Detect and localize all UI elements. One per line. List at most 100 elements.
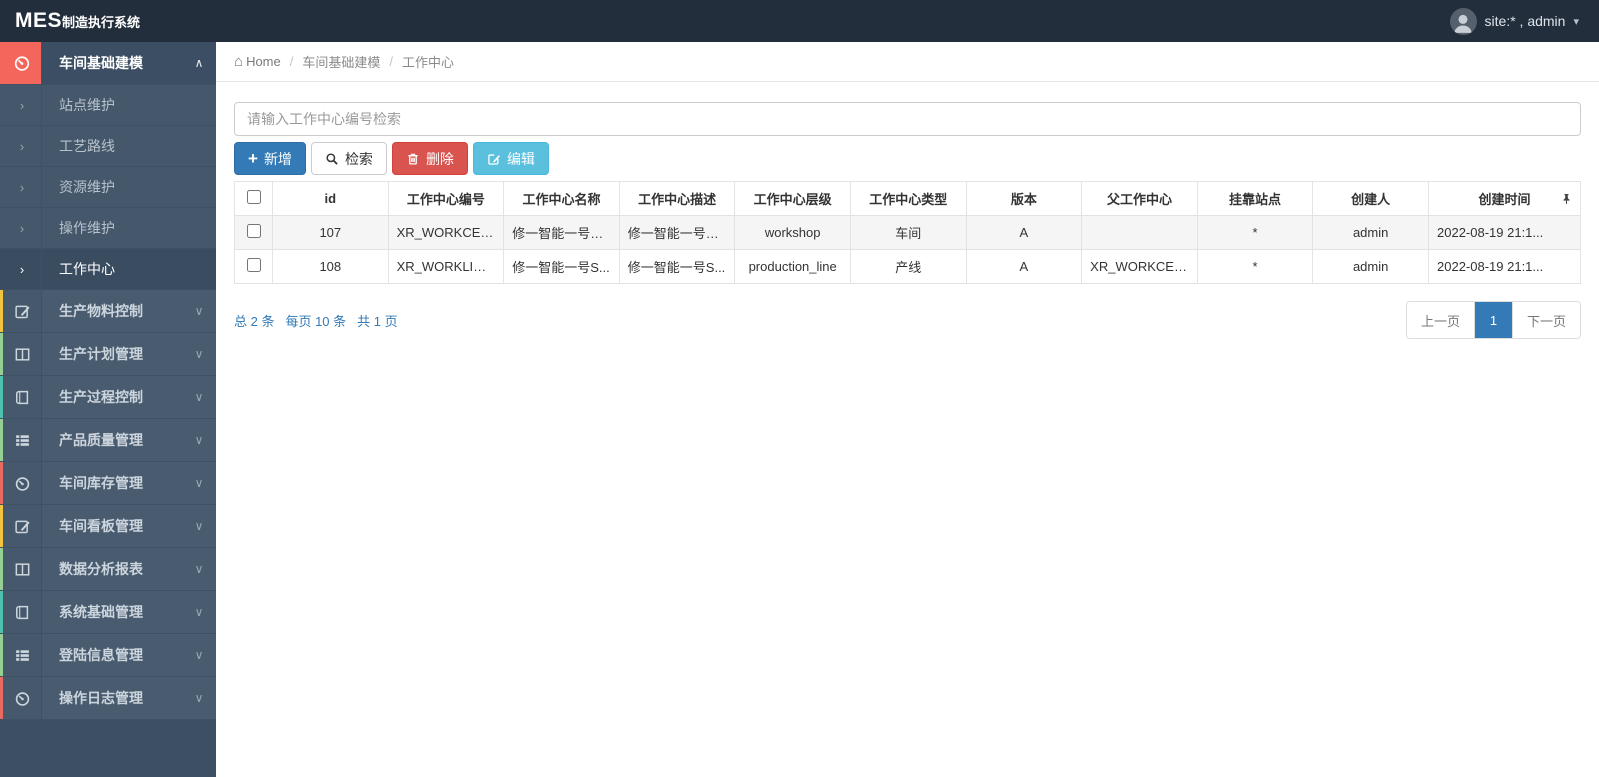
brand-secondary: 制造执行系统 — [62, 15, 141, 30]
cell-type: 车间 — [849, 215, 967, 250]
toolbar: + 新增 检索 删除 编辑 — [234, 142, 1581, 175]
chevron-right-icon: › — [0, 249, 42, 289]
dashboard-icon — [0, 42, 42, 84]
delete-button[interactable]: 删除 — [391, 142, 468, 175]
chevron-up-icon: ∧ — [194, 56, 204, 70]
search-input[interactable] — [234, 102, 1581, 136]
sidebar-subitem-label: 工艺路线 — [59, 138, 115, 154]
chevron-down-icon: ∨ — [194, 691, 204, 705]
dashboard-icon — [0, 677, 42, 719]
prev-page-button[interactable]: 上一页 — [1406, 302, 1475, 338]
next-page-button[interactable]: 下一页 — [1512, 302, 1580, 338]
breadcrumb-home-link[interactable]: ⌂ Home — [234, 53, 281, 70]
sidebar-nav-list: 生产物料控制 ∨ 生产计划管理 ∨ 生产过程控制 ∨ 产品质量管理 ∨ 车间库存… — [0, 290, 216, 720]
sidebar-item-label: 产品质量管理 — [59, 432, 143, 448]
list-icon — [0, 419, 42, 461]
breadcrumb-separator: / — [389, 54, 394, 69]
breadcrumb-home-label: Home — [246, 54, 281, 69]
sidebar-subitem-label: 站点维护 — [59, 97, 115, 113]
cell-level: workshop — [734, 215, 851, 250]
cell-id: 108 — [272, 249, 389, 284]
home-icon: ⌂ — [234, 53, 244, 70]
cell-type: 产线 — [849, 249, 967, 284]
row-checkbox[interactable] — [246, 224, 261, 238]
pin-icon[interactable] — [1560, 192, 1573, 205]
sidebar-item-inventory-management[interactable]: 车间库存管理 ∨ — [0, 462, 216, 505]
dashboard-icon — [0, 462, 42, 504]
book-icon — [0, 376, 42, 418]
cell-created: 2022-08-19 21:1... — [1428, 249, 1581, 284]
pencil-square-icon — [0, 505, 42, 547]
sidebar: 车间基础建模 ∧ › 站点维护 › 工艺路线 › 资源维护 › 操作维护 › 工… — [0, 42, 216, 777]
column-header-parent: 父工作中心 — [1081, 181, 1198, 216]
cell-created: 2022-08-19 21:1... — [1428, 215, 1581, 250]
sidebar-subitem-label: 资源维护 — [59, 179, 115, 195]
sidebar-item-process-control[interactable]: 生产过程控制 ∨ — [0, 376, 216, 419]
table-row[interactable]: 108 XR_WORKLINE... 修一智能一号S... 修一智能一号S...… — [234, 249, 1581, 284]
cell-station: * — [1196, 249, 1314, 284]
breadcrumb-level1-link[interactable]: 车间基础建模 — [302, 52, 380, 71]
column-header-code: 工作中心编号 — [387, 181, 505, 216]
edit-button[interactable]: 编辑 — [472, 142, 549, 175]
sidebar-item-material-control[interactable]: 生产物料控制 ∨ — [0, 290, 216, 333]
user-menu[interactable]: site:* , admin ▾ — [1449, 7, 1599, 35]
sidebar-subitem-work-center[interactable]: › 工作中心 — [0, 249, 216, 290]
sidebar-item-system-management[interactable]: 系统基础管理 ∨ — [0, 591, 216, 634]
chevron-down-icon: ∨ — [194, 304, 204, 318]
summary-pages: 共 1 页 — [357, 313, 398, 329]
select-all-checkbox[interactable] — [246, 190, 261, 204]
plus-icon: + — [248, 149, 258, 168]
summary-per-page: 每页 10 条 — [285, 313, 347, 329]
cell-level: production_line — [734, 249, 851, 284]
sidebar-subitem-operation-maintenance[interactable]: › 操作维护 — [0, 208, 216, 249]
sidebar-filler — [0, 720, 216, 777]
chevron-down-icon: ∨ — [194, 433, 204, 447]
sidebar-item-label: 生产计划管理 — [59, 346, 143, 362]
sidebar-item-label: 车间看板管理 — [59, 518, 143, 534]
sidebar-item-quality-management[interactable]: 产品质量管理 ∨ — [0, 419, 216, 462]
sidebar-subitem-station-maintenance[interactable]: › 站点维护 — [0, 85, 216, 126]
breadcrumb-separator: / — [289, 54, 294, 69]
sidebar-item-label: 操作日志管理 — [59, 690, 143, 706]
cell-version: A — [965, 215, 1083, 250]
sidebar-subitem-process-route[interactable]: › 工艺路线 — [0, 126, 216, 167]
breadcrumb: ⌂ Home / 车间基础建模 / 工作中心 — [216, 42, 1599, 82]
chevron-down-icon: ∨ — [194, 390, 204, 404]
sidebar-item-kanban-management[interactable]: 车间看板管理 ∨ — [0, 505, 216, 548]
edit-button-label: 编辑 — [506, 150, 535, 167]
add-button[interactable]: + 新增 — [234, 142, 306, 175]
sidebar-item-login-info-management[interactable]: 登陆信息管理 ∨ — [0, 634, 216, 677]
sidebar-subitem-resource-maintenance[interactable]: › 资源维护 — [0, 167, 216, 208]
summary-total: 总 2 条 — [234, 313, 275, 329]
brand-primary: MES — [15, 9, 63, 32]
book-icon — [0, 591, 42, 633]
add-button-label: 新增 — [263, 150, 292, 167]
cell-creator: admin — [1312, 215, 1429, 250]
breadcrumb-current: 工作中心 — [402, 55, 455, 70]
chevron-right-icon: › — [0, 85, 42, 125]
cell-station: * — [1196, 215, 1314, 250]
cell-name: 修一智能一号S... — [503, 249, 620, 284]
sidebar-item-workshop-modeling[interactable]: 车间基础建模 ∧ — [0, 42, 216, 85]
page-1-button[interactable]: 1 — [1474, 302, 1513, 338]
table-row[interactable]: 107 XR_WORKCEN... 修一智能一号车间 修一智能一号车间 work… — [234, 215, 1581, 250]
row-checkbox[interactable] — [246, 258, 261, 272]
cell-id: 107 — [272, 215, 389, 250]
main-content: ⌂ Home / 车间基础建模 / 工作中心 + 新增 检索 — [216, 42, 1599, 777]
chevron-right-icon: › — [0, 126, 42, 166]
search-icon — [325, 152, 339, 166]
search-button[interactable]: 检索 — [310, 142, 387, 175]
sidebar-item-plan-management[interactable]: 生产计划管理 ∨ — [0, 333, 216, 376]
sidebar-item-operation-log-management[interactable]: 操作日志管理 ∨ — [0, 677, 216, 720]
column-header-station: 挂靠站点 — [1196, 181, 1314, 216]
cell-name: 修一智能一号车间 — [503, 215, 620, 250]
delete-button-label: 删除 — [425, 150, 454, 167]
sidebar-item-analytics-reports[interactable]: 数据分析报表 ∨ — [0, 548, 216, 591]
app-logo[interactable]: MES制造执行系统 — [0, 9, 216, 33]
column-header-version: 版本 — [965, 181, 1083, 216]
sidebar-item-label: 生产过程控制 — [59, 389, 143, 405]
column-header-created-label: 创建时间 — [1478, 192, 1531, 207]
cell-parent — [1081, 215, 1198, 250]
sidebar-item-label: 生产物料控制 — [59, 303, 143, 319]
column-header-type: 工作中心类型 — [849, 181, 967, 216]
